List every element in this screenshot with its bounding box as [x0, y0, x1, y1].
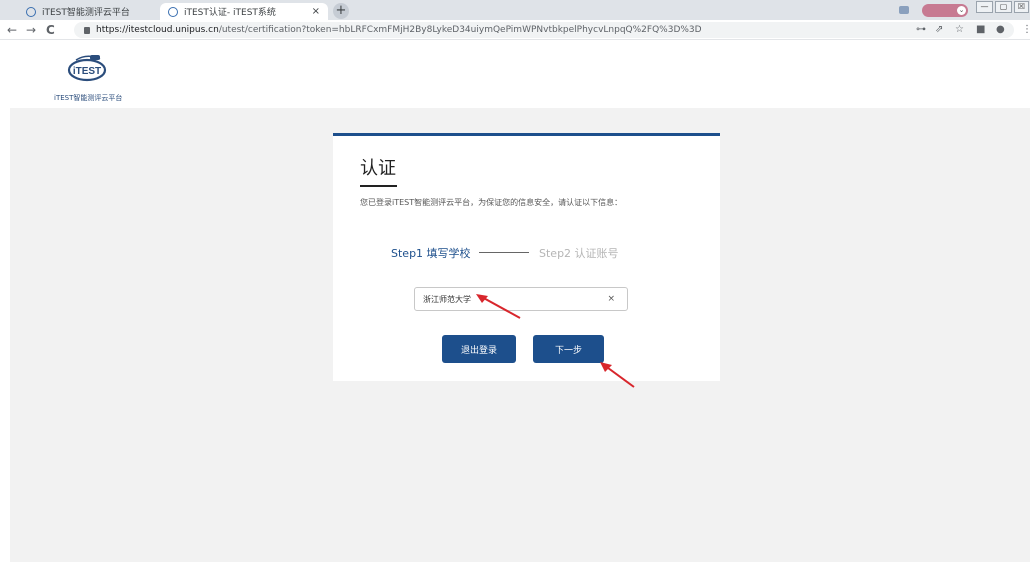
maximize-button[interactable]: ▢ — [995, 1, 1012, 13]
title-underline — [360, 185, 397, 187]
certification-card: 认证 您已登录iTEST智能测评云平台，为保证您的信息安全，请认证以下信息： S… — [333, 133, 720, 381]
tab-title: iTEST认证- iTEST系统 — [184, 8, 276, 18]
step-divider — [479, 252, 529, 253]
annotation-arrow-icon — [476, 294, 521, 319]
star-icon[interactable]: ☆ — [955, 22, 964, 38]
tab-itest-certification[interactable]: iTEST认证- iTEST系统 × — [160, 3, 328, 20]
new-tab-button[interactable]: + — [333, 3, 349, 19]
step2-label: Step2 认证账号 — [539, 247, 619, 260]
lock-icon — [84, 26, 90, 34]
chevron-down-icon: ⌄ — [957, 6, 966, 15]
step1-label: Step1 填写学校 — [391, 247, 471, 260]
tab-close-icon[interactable]: × — [312, 6, 320, 17]
globe-icon — [168, 6, 178, 17]
share-icon[interactable]: ⇗ — [935, 22, 943, 38]
url-path: /utest/certification?token=hbLRFCxmFMjH2… — [218, 25, 702, 35]
annotation-arrow-icon — [600, 362, 635, 388]
key-icon[interactable]: ⊶ — [916, 22, 926, 38]
browser-tab-bar: iTEST智能测评云平台 × iTEST认证- iTEST系统 × + ⌄ — … — [0, 0, 1030, 20]
step-indicator: Step1 填写学校 Step2 认证账号 — [391, 245, 681, 261]
itest-logo[interactable]: iTEST — [66, 51, 108, 85]
tab-title: iTEST智能测评云平台 — [42, 8, 130, 18]
address-bar[interactable]: https://itestcloud.unipus.cn/utest/certi… — [74, 22, 1014, 38]
globe-icon — [26, 6, 36, 17]
clear-icon[interactable]: × — [607, 294, 615, 304]
reload-button[interactable]: C — [46, 22, 55, 38]
logo-mark-text: iTEST — [73, 66, 101, 77]
browser-toolbar: ← → C https://itestcloud.unipus.cn/utest… — [0, 20, 1030, 40]
url-host: https://itestcloud.unipus.cn — [96, 25, 219, 35]
forward-button[interactable]: → — [26, 22, 36, 38]
sidepanel-icon[interactable]: ■ — [976, 22, 985, 38]
back-button[interactable]: ← — [7, 22, 17, 38]
logo-text: iTEST智能测评云平台 — [54, 94, 123, 102]
extension-icon[interactable] — [899, 6, 909, 14]
site-header: iTEST iTEST智能测评云平台 — [0, 41, 1030, 108]
logout-button[interactable]: 退出登录 — [442, 335, 516, 363]
profile-icon[interactable]: ● — [996, 22, 1005, 38]
page-title: 认证 — [360, 158, 396, 179]
close-window-button[interactable]: ☒ — [1014, 1, 1029, 13]
minimize-button[interactable]: — — [976, 1, 993, 13]
menu-icon[interactable]: ⋮ — [1022, 22, 1030, 38]
profile-button[interactable]: ⌄ — [922, 4, 968, 17]
card-description: 您已登录iTEST智能测评云平台，为保证您的信息安全，请认证以下信息： — [360, 198, 623, 207]
